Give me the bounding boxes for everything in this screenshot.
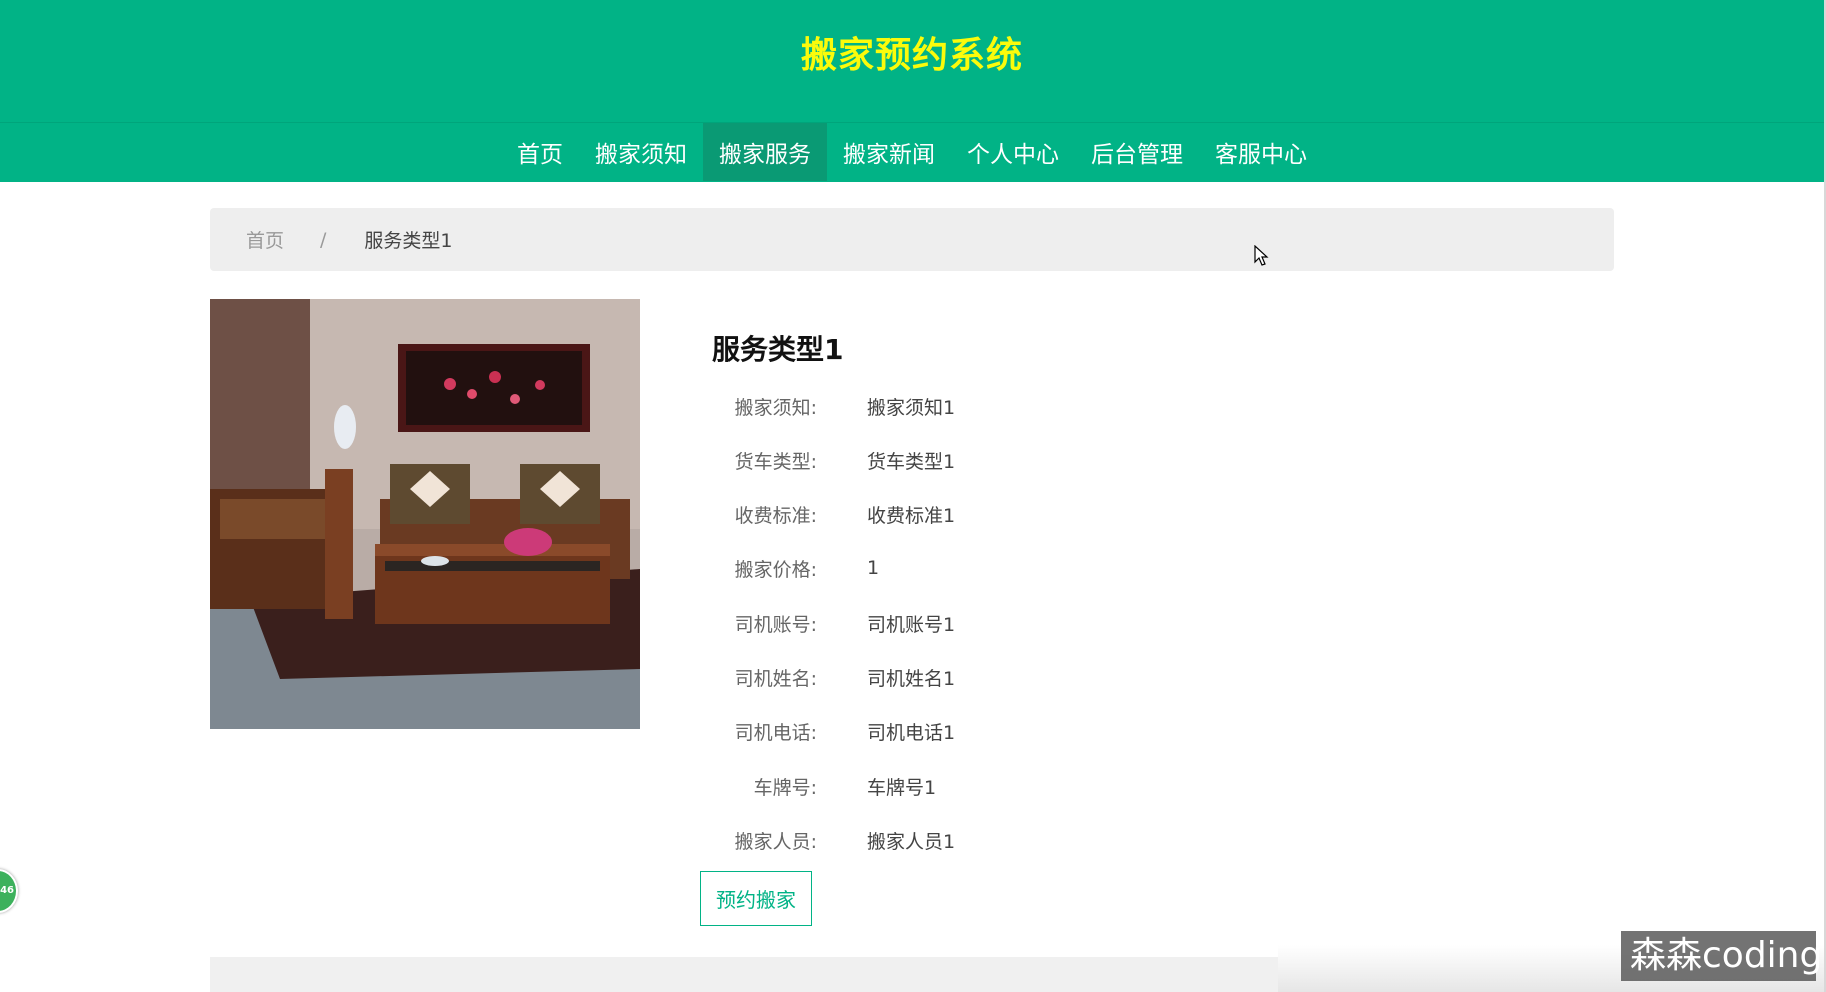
field-label: 司机姓名: <box>734 667 817 690</box>
field-plate-number: 车牌号: 车牌号1 <box>712 771 937 801</box>
field-value: 1 <box>867 557 880 579</box>
field-label: 车牌号: <box>753 776 817 799</box>
field-label: 搬家须知: <box>734 396 817 419</box>
nav-moving-news[interactable]: 搬家新闻 <box>827 123 951 181</box>
field-label: 搬家人员: <box>734 830 817 853</box>
field-label: 货车类型: <box>734 450 817 473</box>
bottom-panel <box>210 957 1278 992</box>
book-moving-button[interactable]: 预约搬家 <box>700 871 812 926</box>
breadcrumb-home-link[interactable]: 首页 <box>246 226 284 253</box>
field-value: 货车类型1 <box>867 450 956 473</box>
field-value: 收费标准1 <box>867 504 956 527</box>
field-label: 收费标准: <box>734 504 817 527</box>
nav-admin[interactable]: 后台管理 <box>1075 123 1199 181</box>
field-driver-account: 司机账号: 司机账号1 <box>712 608 956 638</box>
service-photo <box>210 299 640 729</box>
field-value: 搬家人员1 <box>867 830 956 853</box>
breadcrumb: 首页 / 服务类型1 <box>210 208 1614 271</box>
field-driver-phone: 司机电话: 司机电话1 <box>712 716 956 746</box>
nav-moving-service[interactable]: 搬家服务 <box>703 123 827 181</box>
field-label: 司机电话: <box>734 721 817 744</box>
field-moving-notice: 搬家须知: 搬家须知1 <box>712 391 956 421</box>
field-value: 车牌号1 <box>867 776 937 799</box>
field-value: 司机账号1 <box>867 613 956 636</box>
field-movers: 搬家人员: 搬家人员1 <box>712 825 956 855</box>
field-driver-name: 司机姓名: 司机姓名1 <box>712 662 956 692</box>
mouse-cursor-icon <box>1254 245 1269 266</box>
nav-moving-notice[interactable]: 搬家须知 <box>579 123 703 181</box>
site-header: 搬家预约系统 首页 搬家须知 搬家服务 搬家新闻 个人中心 后台管理 客服中心 <box>0 0 1824 182</box>
floating-badge[interactable]: 46 <box>0 869 18 913</box>
living-room-image <box>210 299 640 729</box>
field-moving-price: 搬家价格: 1 <box>712 553 880 583</box>
main-nav: 首页 搬家须知 搬家服务 搬家新闻 个人中心 后台管理 客服中心 <box>0 123 1824 181</box>
field-label: 司机账号: <box>734 613 817 636</box>
nav-home[interactable]: 首页 <box>501 123 579 181</box>
field-value: 搬家须知1 <box>867 396 956 419</box>
field-fee-standard: 收费标准: 收费标准1 <box>712 499 956 529</box>
nav-customer-service[interactable]: 客服中心 <box>1199 123 1323 181</box>
breadcrumb-separator: / <box>320 228 327 251</box>
site-title: 搬家预约系统 <box>800 35 1023 76</box>
service-title: 服务类型1 <box>712 333 844 366</box>
field-value: 司机姓名1 <box>867 667 956 690</box>
field-label: 搬家价格: <box>734 558 817 581</box>
nav-personal-center[interactable]: 个人中心 <box>951 123 1075 181</box>
watermark: 森森coding <box>1621 931 1822 981</box>
field-truck-type: 货车类型: 货车类型1 <box>712 445 956 475</box>
field-value: 司机电话1 <box>867 721 956 744</box>
breadcrumb-current: 服务类型1 <box>364 230 453 252</box>
